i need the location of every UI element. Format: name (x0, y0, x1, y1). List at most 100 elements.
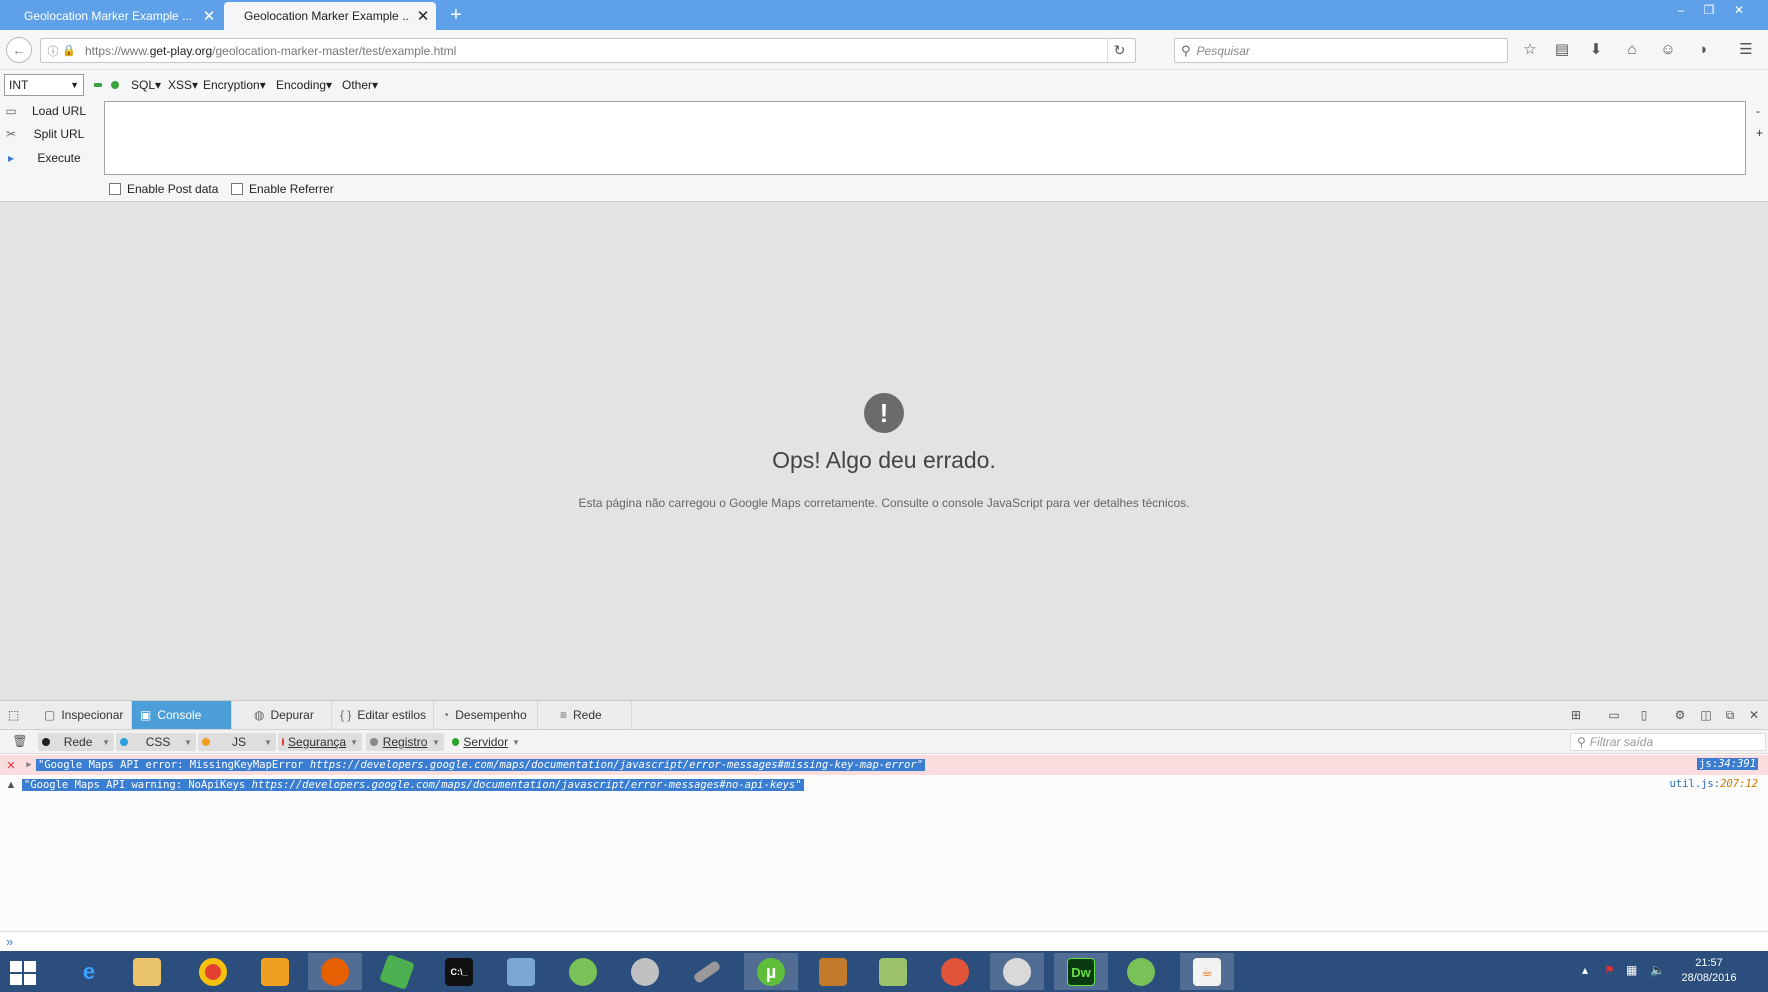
execute-button[interactable]: ▸ Execute (0, 147, 96, 169)
chat-icon[interactable]: ☺ (1656, 38, 1680, 62)
close-devtools-icon[interactable]: ✕ (1744, 706, 1764, 724)
tab-inspecionar[interactable]: ▢ Inspecionar (36, 701, 132, 729)
pocket-icon[interactable]: ◗ (1692, 38, 1716, 62)
other-menu[interactable]: Other▾ (342, 78, 378, 92)
tab-label: Editar estilos (357, 708, 427, 722)
android-studio-icon[interactable] (556, 953, 610, 990)
load-url-button[interactable]: ▭ Load URL (0, 100, 96, 122)
url-bar[interactable]: ⓘ 🔒 https://www.get-play.org/geolocation… (40, 38, 1136, 63)
app-icon[interactable] (928, 953, 982, 990)
encoding-menu[interactable]: Encoding▾ (276, 78, 332, 92)
minimize-icon[interactable]: – (1668, 0, 1694, 20)
firefox-icon[interactable] (308, 953, 362, 990)
checkbox-box[interactable] (231, 183, 243, 195)
responsive-icon[interactable]: ▯ (1634, 706, 1654, 724)
undock-icon[interactable]: ⧉ (1720, 706, 1740, 724)
dock-side-icon[interactable]: ◫ (1696, 706, 1716, 724)
android-studio-icon[interactable] (1114, 953, 1168, 990)
download-icon[interactable]: ⬇ (1584, 38, 1608, 62)
firefox-glyph (321, 957, 349, 986)
expand-icon[interactable]: + (1756, 126, 1763, 140)
log-message[interactable]: "Google Maps API warning: NoApiKeys http… (22, 779, 804, 791)
chrome-icon[interactable] (186, 953, 240, 990)
volume-icon[interactable]: 🔈 (1650, 963, 1665, 977)
info-icon[interactable]: ⓘ (45, 43, 61, 59)
console-input[interactable]: » (0, 931, 1768, 952)
filter-seguranca[interactable]: Segurança ▼ (278, 733, 362, 751)
xss-menu[interactable]: XSS▾ (168, 78, 198, 92)
app-icon[interactable] (370, 953, 424, 990)
browser-tab-2[interactable]: Geolocation Marker Example ... ✕ (224, 2, 436, 30)
network-tray-icon[interactable]: ▦ (1626, 963, 1637, 977)
bookmarks-list-icon[interactable]: ▤ (1550, 38, 1574, 62)
java-icon[interactable]: ☕ (1180, 953, 1234, 990)
windows-start-icon[interactable] (8, 959, 44, 985)
tab-depurar[interactable]: ◍ Depurar (246, 701, 332, 729)
filter-registro[interactable]: Registro ▼ (366, 733, 444, 751)
search-input[interactable]: ⚲ Pesquisar (1174, 38, 1508, 63)
url-text[interactable]: https://www.get-play.org/geolocation-mar… (85, 44, 456, 58)
browser-tab-1[interactable]: Geolocation Marker Example ... ✕ (4, 2, 222, 30)
split-url-button[interactable]: ✂ Split URL (0, 123, 96, 145)
log-link[interactable]: https://developers.google.com/maps/docum… (310, 759, 917, 771)
close-icon[interactable]: ✕ (410, 7, 436, 25)
home-icon[interactable]: ⌂ (1620, 38, 1644, 62)
usb-icon[interactable] (680, 953, 734, 990)
log-source-link[interactable]: js:34:391 (1697, 758, 1758, 770)
chevron-down-icon: ▼ (102, 737, 110, 747)
filter-servidor[interactable]: Servidor ▼ (448, 733, 524, 751)
console-log-error[interactable]: ✕ ▶ "Google Maps API error: MissingKeyMa… (0, 755, 1768, 775)
enable-referrer-checkbox[interactable]: Enable Referrer (231, 182, 334, 196)
app-icon[interactable] (618, 953, 672, 990)
checkbox-box[interactable] (109, 183, 121, 195)
log-source-link[interactable]: util.js:207:12 (1669, 778, 1758, 790)
paint-icon[interactable] (990, 953, 1044, 990)
console-log-warning[interactable]: ▲ "Google Maps API warning: NoApiKeys ht… (0, 775, 1768, 795)
app-icon[interactable] (806, 953, 860, 990)
gear-icon[interactable]: ⚙ (1670, 706, 1690, 724)
reload-icon[interactable]: ↻ (1107, 39, 1131, 62)
utorrent-icon[interactable]: µ (744, 953, 798, 990)
filter-output-input[interactable]: ⚲ Filtrar saída (1570, 733, 1766, 751)
bookmark-star-icon[interactable]: ☆ (1518, 38, 1542, 62)
split-console-icon[interactable]: ▭ (1604, 706, 1624, 724)
enable-post-data-checkbox[interactable]: Enable Post data (109, 182, 218, 196)
menu-icon[interactable]: ☰ (1734, 38, 1758, 62)
internet-explorer-icon[interactable]: e (62, 953, 116, 990)
back-button[interactable]: ← (6, 37, 32, 63)
dreamweaver-icon[interactable]: Dw (1054, 953, 1108, 990)
filter-js[interactable]: JS ▼ (198, 733, 276, 751)
command-prompt-icon[interactable]: C:\_ (432, 953, 486, 990)
filter-css[interactable]: CSS ▼ (116, 733, 196, 751)
plus-icon[interactable] (111, 81, 119, 89)
log-message[interactable]: "Google Maps API error: MissingKeyMapErr… (36, 759, 926, 771)
pick-element-icon[interactable]: ⬚ (0, 701, 36, 729)
layout-icon[interactable]: ⊞ (1566, 706, 1586, 724)
file-explorer-icon[interactable] (120, 953, 174, 990)
log-link[interactable]: https://developers.google.com/maps/docum… (252, 779, 796, 791)
tray-expand-icon[interactable]: ▴ (1582, 963, 1588, 977)
tab-rede[interactable]: ≡ Rede (552, 701, 632, 729)
expand-triangle-icon[interactable]: ▶ (22, 760, 36, 770)
trash-icon[interactable]: 🗑 (12, 734, 28, 750)
app-icon[interactable] (494, 953, 548, 990)
flag-icon[interactable]: ⚑ (1604, 963, 1615, 977)
tab-editar-estilos[interactable]: { } Editar estilos (332, 701, 434, 729)
close-icon[interactable]: ✕ (196, 7, 222, 25)
tab-desempenho[interactable]: ◔ Desempenho (434, 701, 538, 729)
tab-console[interactable]: ▣ Console (132, 701, 232, 729)
system-clock[interactable]: 21:57 28/08/2016 (1668, 956, 1750, 986)
restore-icon[interactable]: ❐ (1696, 0, 1722, 20)
encryption-menu[interactable]: Encryption▾ (203, 78, 266, 92)
url-textarea[interactable] (104, 101, 1746, 175)
shrink-icon[interactable]: - (1756, 104, 1760, 118)
lock-icon[interactable]: 🔒 (61, 44, 77, 57)
minus-icon[interactable] (94, 83, 102, 87)
filter-rede[interactable]: Rede ▼ (38, 733, 114, 751)
new-tab-button[interactable]: + (444, 3, 468, 27)
window-close-icon[interactable]: ✕ (1726, 0, 1752, 20)
app-icon[interactable] (248, 953, 302, 990)
app-icon[interactable] (866, 953, 920, 990)
sql-menu[interactable]: SQL▾ (131, 78, 161, 92)
int-select[interactable]: INT ▼ (4, 74, 84, 96)
